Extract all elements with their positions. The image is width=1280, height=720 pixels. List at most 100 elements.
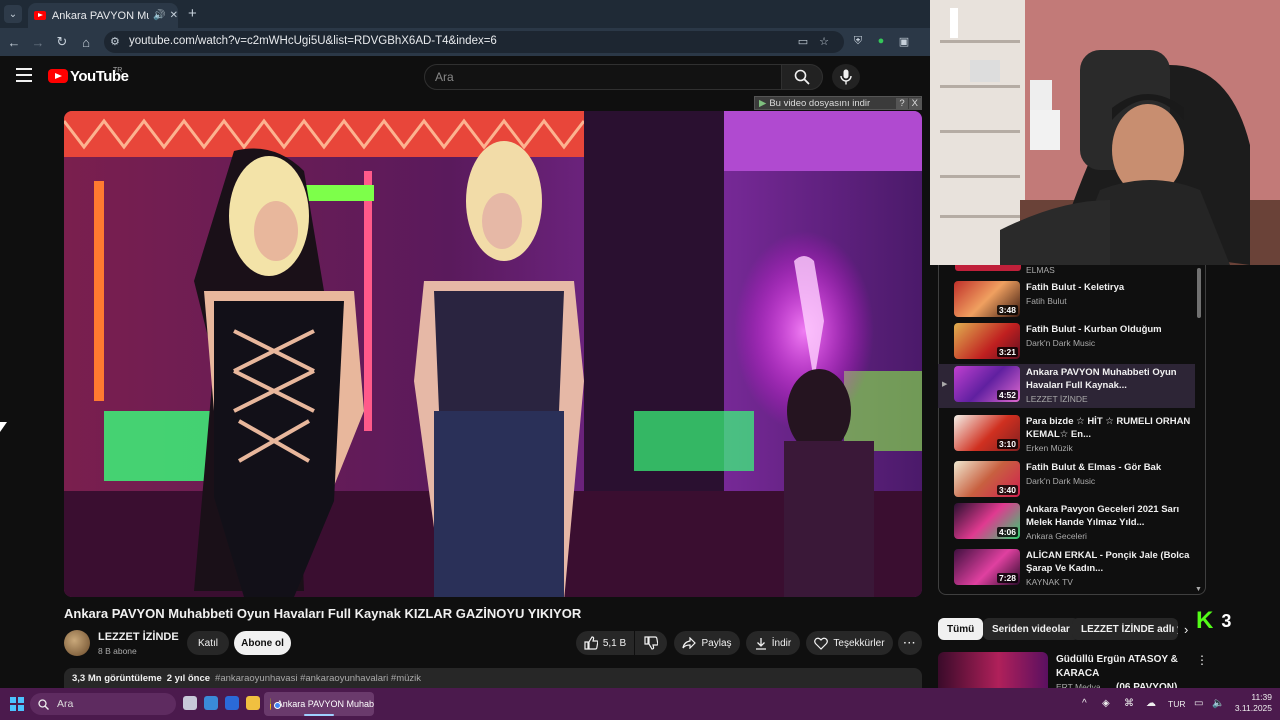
monitor-icon[interactable]: ▭	[1194, 698, 1203, 709]
widgets-icon[interactable]	[204, 696, 218, 710]
playlist-item-title: Fatih Bulut - Kurban Olduğum	[1026, 324, 1162, 335]
taskbar-clock[interactable]: 11:39 3.11.2025	[1232, 692, 1272, 714]
share-arrow-icon	[682, 637, 697, 649]
site-info-icon[interactable]: ⚙	[110, 35, 120, 48]
share-label: Paylaş	[701, 637, 732, 649]
video-player[interactable]	[64, 111, 922, 597]
playlist-thumbnail: 3:10	[954, 415, 1020, 451]
shield-extension-icon[interactable]: ⛨	[851, 34, 865, 48]
upload-age: 2 yıl önce	[166, 673, 211, 684]
playlist-item[interactable]: 4:06 Ankara Pavyon Geceleri 2021 Sarı Me…	[954, 501, 1199, 545]
playlist-item[interactable]: 3:21 Fatih Bulut - Kurban Olduğum Dark'n …	[954, 321, 1199, 365]
share-button[interactable]: Paylaş	[674, 631, 740, 655]
chip-channel-videos[interactable]: LEZZET İZİNDE adlı y	[1072, 618, 1178, 640]
extension-icon[interactable]: ●	[874, 34, 888, 48]
recommendation-title-line1: Güdüllü Ergün ATASOY & KARACA	[1056, 654, 1178, 679]
subscribe-button[interactable]: Abone ol	[234, 631, 291, 655]
playlist-thumbnail: 4:06	[954, 503, 1020, 539]
hashtags[interactable]: #ankaraoyunhavasi #ankaraoyunhavalari #m…	[215, 673, 421, 684]
subscriber-count: 8 B abone	[98, 646, 137, 656]
playlist-item[interactable]: 3:40 Fatih Bulut & Elmas - Gör Bak Dark'n…	[954, 459, 1199, 503]
search-icon	[794, 69, 810, 85]
cast-icon[interactable]: ▭	[796, 34, 810, 48]
playlist-item-channel: Erken Müzik	[1026, 443, 1073, 453]
reload-icon[interactable]: ↻	[52, 32, 72, 52]
search-input[interactable]: Ara	[424, 64, 782, 90]
voice-search-button[interactable]	[832, 64, 860, 90]
taskbar-search-placeholder: Ara	[57, 698, 74, 710]
taskbar-chrome-item[interactable]: Ankara PAVYON Muhab	[264, 692, 374, 716]
duration-badge: 3:48	[996, 305, 1018, 315]
now-playing-icon: ▶	[942, 381, 948, 388]
address-url[interactable]: youtube.com/watch?v=c2mWHcUgi5U&list=RDV…	[129, 35, 497, 47]
microphone-icon	[840, 69, 852, 85]
tray-network-icon[interactable]: ⌘	[1124, 698, 1134, 709]
tray-cloud-icon[interactable]: ☁	[1146, 698, 1156, 709]
thanks-label: Teşekkürler	[833, 637, 885, 649]
banner-close-button[interactable]: X	[908, 97, 921, 109]
playlist-item-active[interactable]: ▶ 4:52 Ankara PAVYON Muhabbeti Oyun Hava…	[938, 364, 1195, 408]
tray-overflow-icon[interactable]: ^	[1082, 698, 1087, 709]
chip-series-videos[interactable]: Seriden videolar	[983, 618, 1079, 640]
mouse-cursor-icon	[0, 422, 7, 432]
description-box[interactable]: 3,3 Mn görüntüleme 2 yıl önce #ankaraoyunh…	[64, 668, 922, 690]
playlist-items: 3:48 Fatih Bulut - Keletirya Fatih Bulut …	[938, 279, 1206, 595]
edge-icon[interactable]	[225, 696, 239, 710]
playlist-item[interactable]: 7:28 ALİCAN ERKAL - Ponçik Jale (Bolca Ş…	[954, 547, 1199, 591]
recommendation-thumbnail[interactable]	[938, 652, 1048, 690]
chevron-right-icon[interactable]: ›	[1184, 622, 1188, 637]
more-vertical-icon[interactable]: ⋮	[1196, 653, 1208, 667]
youtube-logo-icon[interactable]	[48, 69, 68, 83]
taskbar-search[interactable]: Ara	[30, 693, 176, 715]
download-button[interactable]: İndir	[746, 631, 800, 655]
tab-search-button[interactable]: ⌄	[4, 5, 22, 23]
thumbs-down-icon	[644, 636, 658, 650]
task-view-icon[interactable]	[183, 696, 197, 710]
youtube-favicon-icon	[34, 11, 46, 20]
chip-all[interactable]: Tümü	[938, 618, 984, 640]
bookmark-star-icon[interactable]: ☆	[817, 34, 831, 48]
download-label: İndir	[771, 637, 792, 649]
tab-title: Ankara PAVYON Muhabbeti	[51, 9, 149, 22]
playlist-thumbnail-partial[interactable]	[955, 265, 1021, 271]
dislike-button[interactable]	[635, 631, 667, 655]
home-icon[interactable]: ⌂	[76, 32, 96, 52]
search-button[interactable]	[781, 64, 823, 90]
back-arrow-icon[interactable]: ←	[4, 32, 24, 52]
clock-time: 11:39	[1251, 692, 1272, 702]
windows-start-icon[interactable]	[10, 697, 24, 711]
duration-badge: 3:40	[996, 485, 1018, 495]
more-actions-button[interactable]: ···	[898, 631, 922, 655]
like-button[interactable]: 5,1 B	[576, 631, 634, 655]
search-icon	[38, 698, 49, 710]
forward-arrow-icon[interactable]: →	[28, 32, 48, 52]
hamburger-menu-icon[interactable]	[16, 68, 32, 82]
file-explorer-icon[interactable]	[246, 696, 260, 710]
volume-icon[interactable]: 🔈	[1212, 698, 1224, 709]
playlist-item-title: Ankara PAVYON Muhabbeti Oyun Havaları Fu…	[1026, 367, 1177, 391]
thanks-button[interactable]: Teşekkürler	[806, 631, 893, 655]
channel-name[interactable]: LEZZET İZİNDE	[98, 631, 179, 643]
tray-app-icon[interactable]: ◈	[1102, 698, 1110, 709]
playlist-item-title: Fatih Bulut & Elmas - Gör Bak	[1026, 462, 1162, 473]
new-tab-button[interactable]: +	[188, 5, 197, 22]
join-button[interactable]: Katıl	[187, 631, 229, 655]
close-tab-icon[interactable]: ✕	[170, 10, 178, 21]
playlist-thumbnail: 7:28	[954, 549, 1020, 585]
download-video-banner[interactable]: ▶ Bu video dosyasını indir ? X	[754, 96, 922, 110]
playlist-partial-channel: ELMAS	[1026, 265, 1055, 275]
playlist-thumbnail: 3:48	[954, 281, 1020, 317]
language-indicator[interactable]: TUR	[1168, 699, 1185, 709]
banner-help-button[interactable]: ?	[896, 97, 908, 109]
playlist-item[interactable]: 3:10 Para bizde ☆ HİT ☆ RUMELI ORHAN KEM…	[954, 413, 1199, 457]
speaker-icon[interactable]: 🔊	[153, 10, 165, 21]
extensions-puzzle-icon[interactable]: ▣	[897, 34, 911, 48]
clock-date: 3.11.2025	[1234, 703, 1272, 713]
duration-badge: 3:10	[996, 439, 1018, 449]
channel-avatar[interactable]	[64, 630, 90, 656]
kick-logo-icon: K	[1196, 607, 1214, 634]
chrome-icon	[270, 698, 279, 710]
country-code: TR	[113, 67, 123, 74]
browser-tab-active[interactable]: Ankara PAVYON Muhabbeti 🔊 ✕	[28, 3, 178, 28]
playlist-item[interactable]: 3:48 Fatih Bulut - Keletirya Fatih Bulut	[954, 279, 1199, 323]
